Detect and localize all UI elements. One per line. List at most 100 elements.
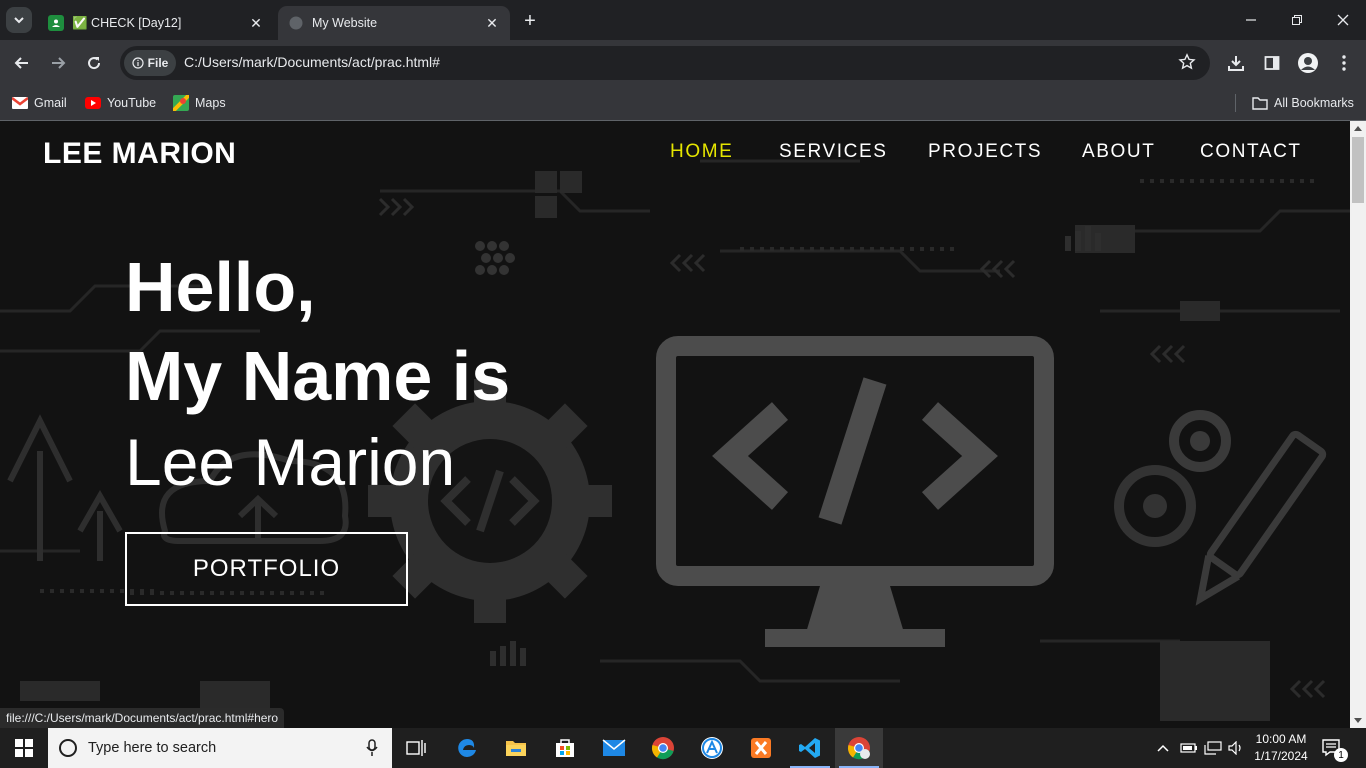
tab-check-day12[interactable]: ✅ CHECK [Day12] ✕ (38, 6, 274, 40)
nav-about[interactable]: ABOUT (1082, 141, 1155, 163)
close-tab-icon[interactable]: ✕ (482, 13, 502, 33)
clock[interactable]: 10:00 AM 1/17/2024 (1248, 731, 1314, 765)
avatar-icon (1298, 53, 1318, 73)
edge-taskbar-app[interactable] (443, 728, 491, 768)
tab-title: ✅ CHECK [Day12] (72, 15, 182, 30)
tab-title: My Website (312, 16, 378, 30)
tab-search-button[interactable] (6, 7, 32, 33)
hero-name: Lee Marion (125, 425, 456, 499)
battery-icon[interactable] (1180, 742, 1198, 754)
chevron-down-icon (14, 17, 24, 24)
scrollbar-thumb[interactable] (1352, 137, 1364, 203)
page-viewport: LEE MARION HOME SERVICES PROJECTS ABOUT … (0, 121, 1350, 728)
url-text: C:/Users/mark/Documents/act/prac.html# (184, 54, 440, 70)
bookmark-star-icon[interactable] (1178, 53, 1196, 76)
chrome-taskbar-app[interactable] (639, 728, 687, 768)
folder-icon (1252, 97, 1268, 110)
nav-contact[interactable]: CONTACT (1200, 141, 1302, 163)
restore-icon (1292, 15, 1302, 25)
tab-my-website[interactable]: My Website ✕ (278, 6, 510, 40)
xampp-icon (751, 738, 771, 758)
folder-icon (506, 741, 526, 756)
all-bookmarks-button[interactable]: All Bookmarks (1252, 93, 1354, 113)
notification-center-button[interactable]: 1 (1322, 728, 1348, 768)
store-taskbar-app[interactable] (541, 728, 589, 768)
vscode-taskbar-app[interactable] (786, 728, 834, 768)
youtube-icon (85, 97, 101, 109)
start-button[interactable] (0, 728, 48, 768)
reload-icon (88, 57, 101, 70)
bookmark-label: Maps (195, 96, 226, 110)
menu-button[interactable] (1329, 48, 1359, 78)
minimize-icon (1246, 19, 1256, 21)
hero-greeting: Hello, (125, 248, 316, 326)
browser-chrome: ✅ CHECK [Day12] ✕ My Website ✕ + File C:… (0, 0, 1366, 121)
network-icon[interactable] (1204, 741, 1222, 755)
new-tab-button[interactable]: + (518, 10, 542, 32)
vscode-icon (799, 738, 820, 758)
search-placeholder: Type here to search (88, 740, 217, 756)
microphone-icon[interactable] (366, 739, 378, 757)
chrome-icon (847, 737, 870, 760)
info-icon (132, 57, 144, 69)
site-info-chip[interactable]: File (124, 50, 176, 76)
hero-intro: My Name is (125, 337, 511, 415)
pwa-taskbar-app[interactable] (688, 728, 736, 768)
minimize-button[interactable] (1228, 4, 1274, 36)
bookmark-gmail[interactable]: Gmail (12, 93, 67, 113)
search-icon (59, 739, 77, 757)
bookmarks-bar: Gmail YouTube Maps All Bookmarks (0, 86, 1366, 121)
forward-button[interactable] (43, 48, 73, 78)
reload-button[interactable] (79, 48, 109, 78)
nav-projects[interactable]: PROJECTS (928, 141, 1042, 163)
all-bookmarks-label: All Bookmarks (1274, 96, 1354, 110)
xampp-taskbar-app[interactable] (737, 728, 785, 768)
globe-favicon-icon (288, 15, 304, 31)
bookmark-youtube[interactable]: YouTube (85, 93, 156, 113)
forward-arrow-icon (52, 57, 66, 69)
nav-services[interactable]: SERVICES (779, 141, 888, 163)
bookmarks-divider (1235, 94, 1236, 112)
portfolio-button[interactable]: PORTFOLIO (125, 532, 408, 606)
chrome-profile-taskbar-app[interactable] (835, 728, 883, 768)
profile-avatar[interactable] (1293, 48, 1323, 78)
bookmark-label: Gmail (34, 96, 67, 110)
close-window-button[interactable] (1320, 4, 1366, 36)
site-logo[interactable]: LEE MARION (43, 137, 236, 171)
mail-icon (602, 739, 626, 756)
chrome-icon (651, 737, 674, 760)
clock-date: 1/17/2024 (1254, 749, 1308, 763)
windows-logo-icon (15, 739, 33, 757)
restore-button[interactable] (1274, 4, 1320, 36)
address-bar[interactable]: File C:/Users/mark/Documents/act/prac.ht… (120, 46, 1210, 80)
store-bag-icon (556, 739, 574, 757)
task-view-icon (406, 740, 426, 756)
notification-count-badge: 1 (1334, 748, 1348, 762)
downloads-button[interactable] (1221, 48, 1251, 78)
classroom-favicon-icon (48, 15, 64, 31)
bookmark-label: YouTube (107, 96, 157, 110)
gmail-icon (12, 97, 28, 109)
task-view-button[interactable] (392, 728, 440, 768)
tab-strip: ✅ CHECK [Day12] ✕ My Website ✕ + (0, 0, 1366, 40)
back-arrow-icon (14, 57, 28, 69)
browser-toolbar: File C:/Users/mark/Documents/act/prac.ht… (0, 40, 1366, 86)
kebab-menu-icon (1342, 55, 1346, 71)
scroll-down-arrow-icon[interactable] (1354, 718, 1362, 724)
file-explorer-taskbar-app[interactable] (492, 728, 540, 768)
side-panel-icon (1264, 56, 1280, 70)
status-bar-url: file:///C:/Users/mark/Documents/act/prac… (0, 708, 285, 728)
clock-time: 10:00 AM (1255, 732, 1307, 746)
mail-taskbar-app[interactable] (590, 728, 638, 768)
close-tab-icon[interactable]: ✕ (246, 13, 266, 33)
back-button[interactable] (7, 48, 37, 78)
scroll-up-arrow-icon[interactable] (1354, 125, 1362, 131)
bookmark-maps[interactable]: Maps (173, 93, 226, 113)
volume-icon[interactable] (1228, 741, 1244, 755)
nav-home[interactable]: HOME (670, 141, 733, 163)
close-icon (1337, 14, 1349, 26)
taskbar-search-box[interactable]: Type here to search (48, 728, 392, 768)
page-scrollbar[interactable] (1350, 121, 1366, 728)
chevron-up-icon[interactable] (1156, 743, 1170, 753)
side-panel-button[interactable] (1257, 48, 1287, 78)
